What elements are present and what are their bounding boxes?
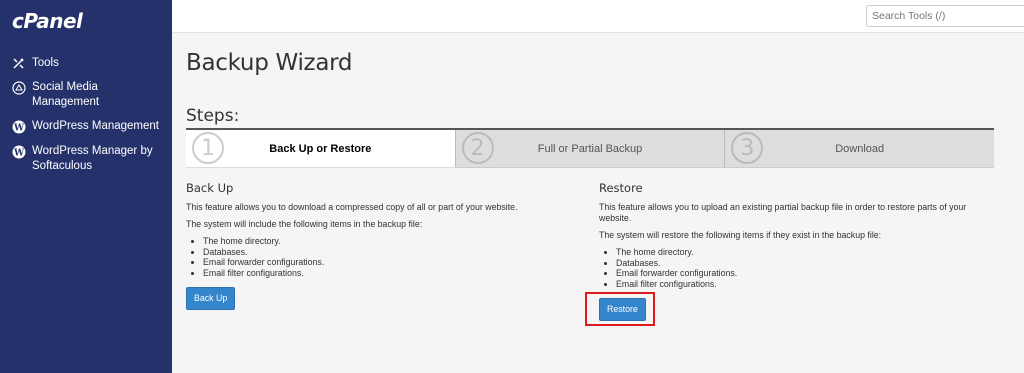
step-label: Full or Partial Backup xyxy=(537,142,643,155)
search-input[interactable] xyxy=(866,5,1024,27)
restore-list-intro: The system will restore the following it… xyxy=(599,230,882,240)
backup-description: This feature allows you to download a co… xyxy=(186,202,518,212)
backup-list-intro: The system will include the following it… xyxy=(186,219,423,229)
list-item: Databases. xyxy=(203,247,586,258)
list-item: Email forwarder configurations. xyxy=(616,268,994,279)
step-number: 3 xyxy=(731,132,764,164)
step-label: Back Up or Restore xyxy=(269,142,372,155)
top-bar xyxy=(172,0,1024,33)
sidebar-item-label: Tools xyxy=(32,57,59,69)
svg-text:W: W xyxy=(12,123,24,133)
restore-heading: Restore xyxy=(599,181,643,195)
wordpress-icon: W xyxy=(11,144,26,159)
backup-items-list: The home directory. Databases. Email for… xyxy=(203,236,586,278)
cpanel-logo[interactable]: cPanel xyxy=(12,9,83,33)
step-number: 2 xyxy=(461,132,494,164)
sidebar-item-tools[interactable]: Tools xyxy=(11,56,162,71)
step-label: Download xyxy=(835,142,885,155)
restore-section: Restore This feature allows you to uploa… xyxy=(599,181,994,321)
steps-bar: 1 Back Up or Restore 2 Full or Partial B… xyxy=(186,128,995,168)
step-full-or-partial-backup: 2 Full or Partial Backup xyxy=(455,130,726,168)
tools-icon xyxy=(11,56,26,71)
step-back-up-or-restore: 1 Back Up or Restore xyxy=(186,130,456,168)
backup-section: Back Up This feature allows you to downl… xyxy=(186,181,586,310)
wordpress-icon: W xyxy=(11,119,26,134)
page-title: Backup Wizard xyxy=(186,50,353,76)
step-download: 3 Download xyxy=(725,130,995,168)
svg-text:W: W xyxy=(12,148,24,158)
backup-heading: Back Up xyxy=(186,181,234,195)
sidebar-item-label: WordPress Manager by Softaculous xyxy=(32,145,153,172)
steps-heading: Steps: xyxy=(186,106,240,126)
restore-items-list: The home directory. Databases. Email for… xyxy=(616,247,994,289)
list-item: Email filter configurations. xyxy=(203,268,586,279)
restore-description: This feature allows you to upload an exi… xyxy=(599,202,967,223)
sidebar-item-social-media[interactable]: Social Media Management xyxy=(11,80,162,110)
step-number: 1 xyxy=(192,132,224,164)
back-up-button[interactable]: Back Up xyxy=(186,287,236,310)
list-item: The home directory. xyxy=(203,236,586,247)
social-media-icon xyxy=(11,80,26,95)
list-item: Databases. xyxy=(616,258,994,269)
list-item: Email forwarder configurations. xyxy=(203,257,586,268)
sidebar-item-label: Social Media Management xyxy=(32,81,100,108)
sidebar-item-wordpress-manager[interactable]: W WordPress Manager by Softaculous xyxy=(11,144,162,174)
sidebar-item-wordpress-management[interactable]: W WordPress Management xyxy=(11,119,162,134)
sidebar-item-label: WordPress Management xyxy=(32,120,159,132)
sidebar: cPanel Tools Social Media Management W W… xyxy=(0,0,172,373)
restore-highlight-box xyxy=(585,292,655,326)
list-item: The home directory. xyxy=(616,247,994,258)
list-item: Email filter configurations. xyxy=(616,279,994,290)
